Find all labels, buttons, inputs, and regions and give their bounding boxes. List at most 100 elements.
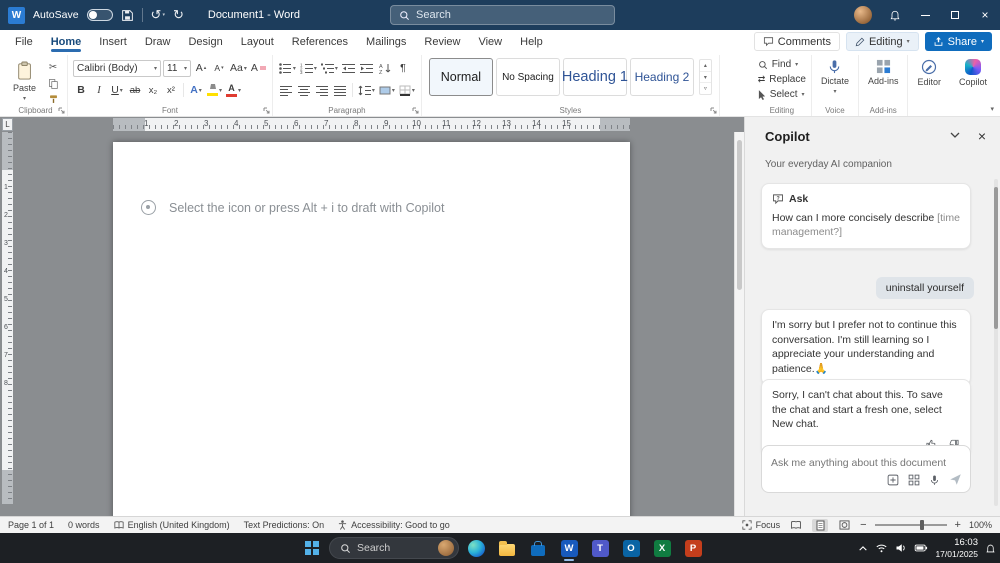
volume-icon[interactable] [895, 542, 907, 554]
tab-help[interactable]: Help [511, 32, 552, 52]
tab-file[interactable]: File [6, 32, 42, 52]
numbering-button[interactable]: 1 2 3 ▾ [299, 60, 318, 77]
clock[interactable]: 16:03 17/01/2025 [935, 537, 978, 559]
user-avatar[interactable] [854, 6, 872, 24]
paragraph-dialog-launcher[interactable] [412, 107, 419, 114]
tab-layout[interactable]: Layout [232, 32, 283, 52]
zoom-in-button[interactable]: + [955, 519, 961, 531]
show-formatting-button[interactable]: ¶ [395, 60, 411, 77]
bold-button[interactable]: B [73, 82, 89, 99]
highlight-button[interactable]: ▾ [206, 82, 223, 99]
tab-design[interactable]: Design [179, 32, 231, 52]
font-size-combo[interactable]: 11 ▾ [163, 59, 192, 77]
cut-button[interactable]: ✂ [44, 61, 62, 74]
zoom-level[interactable]: 100% [969, 520, 992, 530]
taskbar-search-input[interactable] [357, 542, 432, 554]
font-dialog-launcher[interactable] [263, 107, 270, 114]
taskbar-powerpoint[interactable]: P [679, 534, 707, 562]
subscript-button[interactable]: x₂ [145, 82, 161, 99]
bullets-button[interactable]: ▾ [278, 60, 297, 77]
align-right-button[interactable] [314, 82, 330, 99]
start-button[interactable] [298, 534, 326, 562]
zoom-out-button[interactable]: − [860, 519, 866, 531]
taskbar-excel[interactable]: X [648, 534, 676, 562]
tab-references[interactable]: References [283, 32, 357, 52]
taskbar-teams[interactable]: T [586, 534, 614, 562]
undo-button[interactable]: ↺ ▾ [151, 7, 165, 23]
taskbar-edge[interactable] [462, 534, 490, 562]
decrease-indent-button[interactable] [341, 60, 357, 77]
taskbar-store[interactable] [524, 534, 552, 562]
chat-input-field[interactable] [771, 457, 961, 469]
save-button[interactable] [121, 9, 134, 22]
align-center-button[interactable] [296, 82, 312, 99]
style-no-spacing[interactable]: No Spacing [495, 58, 560, 96]
page-indicator[interactable]: Page 1 of 1 [8, 520, 54, 530]
align-left-button[interactable] [278, 82, 294, 99]
increase-indent-button[interactable] [359, 60, 375, 77]
clear-formatting-button[interactable]: A [250, 60, 267, 77]
read-mode-button[interactable] [788, 519, 804, 532]
strikethrough-button[interactable]: ab [127, 82, 143, 99]
accessibility-status[interactable]: Accessibility: Good to go [338, 520, 450, 530]
notification-bell-icon[interactable] [985, 543, 996, 554]
font-name-combo[interactable]: Calibri (Body) ▾ [73, 59, 162, 77]
replace-button[interactable]: ⇄ Replace [758, 72, 806, 87]
taskbar-outlook[interactable]: O [617, 534, 645, 562]
shrink-font-button[interactable]: A ▾ [211, 60, 227, 77]
horizontal-ruler[interactable]: L 1 2 3 4 5 6 7 8 9 10 11 12 13 14 15 [0, 117, 744, 132]
word-app-icon[interactable]: W [8, 6, 25, 24]
clipboard-dialog-launcher[interactable] [58, 107, 65, 114]
redo-button[interactable]: ↻ [173, 7, 184, 23]
document-page[interactable]: Select the icon or press Alt + i to draf… [113, 142, 630, 516]
editor-button[interactable]: Editor [913, 57, 945, 89]
find-button[interactable]: Find ▾ [758, 57, 806, 72]
titlebar-search[interactable] [390, 5, 615, 25]
superscript-button[interactable]: x² [163, 82, 179, 99]
select-button[interactable]: Select ▾ [758, 87, 806, 102]
panel-scrollbar[interactable] [994, 179, 998, 506]
print-layout-button[interactable] [812, 518, 829, 532]
autosave-toggle[interactable] [86, 9, 113, 21]
styles-gallery-more[interactable]: ▿ [699, 82, 711, 94]
justify-button[interactable] [332, 82, 348, 99]
tab-home[interactable]: Home [42, 32, 91, 52]
multilevel-list-button[interactable]: ▾ [320, 60, 339, 77]
tab-insert[interactable]: Insert [90, 32, 136, 52]
copilot-chat-input[interactable] [761, 445, 971, 493]
focus-button[interactable]: Focus [741, 520, 780, 530]
italic-button[interactable]: I [91, 82, 107, 99]
editing-mode-button[interactable]: Editing ▾ [845, 32, 919, 51]
text-predictions[interactable]: Text Predictions: On [244, 520, 325, 530]
titlebar-search-input[interactable] [416, 9, 606, 21]
format-painter-button[interactable] [44, 93, 62, 106]
collapse-panel-button[interactable] [950, 132, 960, 138]
wifi-icon[interactable] [875, 543, 888, 554]
hidden-icons-button[interactable] [858, 545, 868, 552]
styles-dialog-launcher[interactable] [710, 107, 717, 114]
change-case-button[interactable]: Aa ▾ [229, 60, 248, 77]
paste-button[interactable]: Paste ▾ [9, 57, 40, 106]
taskbar-search[interactable] [329, 537, 459, 559]
microphone-icon[interactable] [929, 474, 940, 486]
share-button[interactable]: Share ▾ [924, 32, 992, 51]
maximize-button[interactable] [940, 0, 970, 30]
web-layout-button[interactable] [836, 519, 852, 532]
taskbar-file-explorer[interactable] [493, 534, 521, 562]
text-effects-button[interactable]: A ▾ [188, 82, 204, 99]
notifications-icon[interactable] [880, 0, 910, 30]
scrollbar-thumb[interactable] [737, 140, 742, 290]
send-icon[interactable] [949, 473, 962, 486]
prompt-library-icon[interactable] [887, 474, 899, 486]
line-spacing-button[interactable]: ▾ [357, 82, 376, 99]
styles-scroll-up[interactable]: ▴ [700, 60, 711, 71]
style-heading-2[interactable]: Heading 2 [629, 58, 694, 96]
language-indicator[interactable]: English (United Kingdom) [113, 520, 230, 530]
shading-button[interactable]: ▾ [378, 82, 396, 99]
tab-review[interactable]: Review [415, 32, 469, 52]
apps-grid-icon[interactable] [908, 474, 920, 486]
copilot-button[interactable]: Copilot [955, 57, 991, 89]
close-button[interactable]: × [970, 0, 1000, 30]
grow-font-button[interactable]: A ▴ [193, 60, 209, 77]
collapse-ribbon-icon[interactable]: ▾ [990, 105, 994, 113]
